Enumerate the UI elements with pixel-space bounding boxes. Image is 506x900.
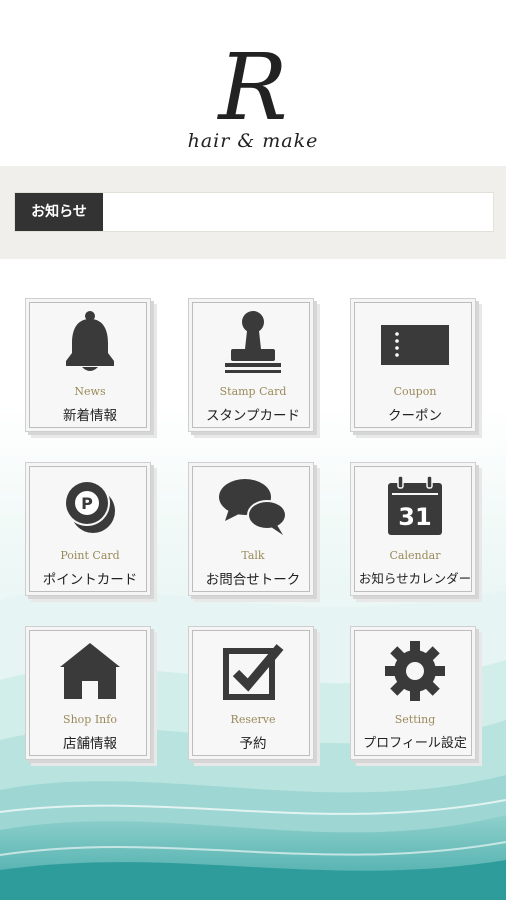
tile-frame: News 新着情報 xyxy=(29,302,147,428)
gear-icon xyxy=(385,641,445,701)
tile-label-jp: 店舗情報 xyxy=(63,736,117,752)
menu-tile-talk[interactable]: Talk お問合せトーク xyxy=(188,462,314,596)
tile-label-en: News xyxy=(74,385,106,398)
tile-frame: 31 Calendar お知らせカレンダー xyxy=(354,466,472,592)
tile-label-en: Coupon xyxy=(393,385,437,398)
calendar-day: 31 xyxy=(398,503,431,531)
menu-tile-coupon[interactable]: Coupon クーポン xyxy=(350,298,476,432)
logo-letter: R xyxy=(218,34,288,141)
tile-label-en: Setting xyxy=(394,713,436,726)
notice-band: お知らせ xyxy=(0,166,506,259)
tile-label-jp: スタンプカード xyxy=(205,408,301,424)
tile-frame: Shop Info 店舗情報 xyxy=(29,630,147,756)
svg-text:P: P xyxy=(81,494,93,513)
tile-frame: P Point Card ポイントカード xyxy=(29,466,147,592)
menu-tile-calendar[interactable]: 31 Calendar お知らせカレンダー xyxy=(350,462,476,596)
menu-tile-setting[interactable]: Setting プロフィール設定 xyxy=(350,626,476,760)
point-coins-icon: P xyxy=(64,480,115,533)
tile-label-en: Stamp Card xyxy=(219,385,287,398)
tile-label-jp: ポイントカード xyxy=(42,572,138,588)
menu-tile-stamp-card[interactable]: Stamp Card スタンプカード xyxy=(188,298,314,432)
chat-bubbles-icon xyxy=(219,479,287,535)
tile-frame: Setting プロフィール設定 xyxy=(354,630,472,756)
notice-tag: お知らせ xyxy=(15,193,103,231)
checkbox-icon xyxy=(223,644,284,700)
tile-frame: Reserve 予約 xyxy=(192,630,310,756)
bell-icon xyxy=(66,311,114,371)
house-icon xyxy=(60,643,120,699)
tile-label-jp: 新着情報 xyxy=(63,408,117,424)
notice-bar[interactable]: お知らせ xyxy=(14,192,494,232)
tile-frame: Stamp Card スタンプカード xyxy=(192,302,310,428)
tile-label-en: Calendar xyxy=(389,549,441,562)
ticket-icon xyxy=(381,325,449,365)
menu-tile-point-card[interactable]: P Point Card ポイントカード xyxy=(25,462,151,596)
stamp-icon xyxy=(225,311,281,373)
tile-label-jp: お問合せトーク xyxy=(205,572,301,588)
calendar-icon: 31 xyxy=(388,475,442,535)
tile-label-en: Shop Info xyxy=(63,713,117,726)
tile-frame: Talk お問合せトーク xyxy=(192,466,310,592)
menu-tile-reserve[interactable]: Reserve 予約 xyxy=(188,626,314,760)
tile-label-jp: プロフィール設定 xyxy=(363,736,467,751)
tile-label-en: Talk xyxy=(241,549,265,562)
logo-subtitle: hair & make xyxy=(187,130,319,152)
tile-frame: Coupon クーポン xyxy=(354,302,472,428)
tile-label-en: Point Card xyxy=(60,549,120,562)
tile-label-jp: クーポン xyxy=(388,408,442,424)
app-header: R hair & make xyxy=(0,0,506,165)
tile-label-jp: お知らせカレンダー xyxy=(358,571,472,586)
tile-label-jp: 予約 xyxy=(239,736,267,752)
tile-label-en: Reserve xyxy=(230,713,276,726)
menu-tile-news[interactable]: News 新着情報 xyxy=(25,298,151,432)
menu-tile-shop-info[interactable]: Shop Info 店舗情報 xyxy=(25,626,151,760)
